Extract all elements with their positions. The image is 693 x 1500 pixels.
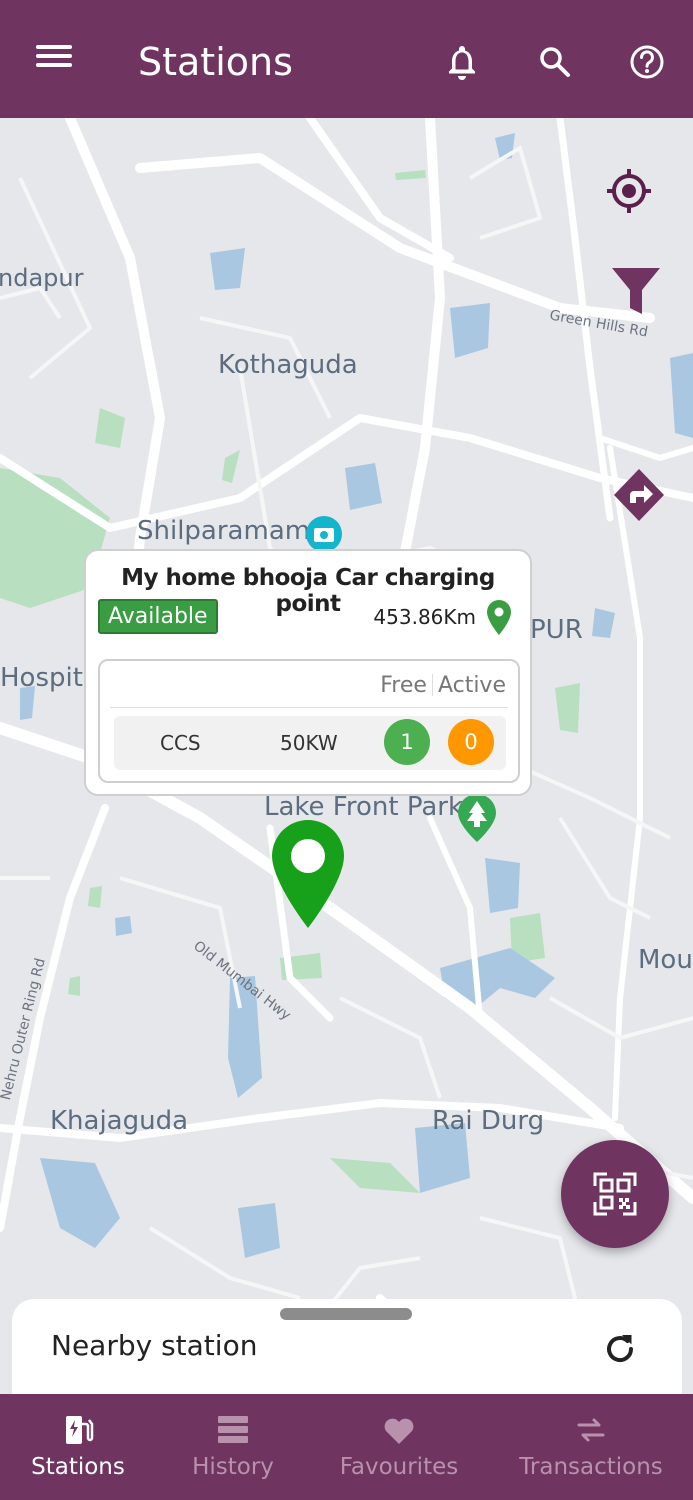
nav-label-favourites: Favourites <box>339 1454 459 1480</box>
directions-icon[interactable] <box>612 467 666 523</box>
nearby-sheet[interactable]: Nearby station <box>12 1299 682 1400</box>
bottom-navigation: Stations History Favourites Transactions <box>0 1394 693 1500</box>
station-distance: 453.86Km <box>373 605 476 629</box>
col-active: Active <box>437 673 506 698</box>
nav-history[interactable]: History <box>178 1394 288 1500</box>
col-free: Free <box>380 673 427 698</box>
location-pin-icon <box>487 600 511 635</box>
page-title: Stations <box>138 40 293 84</box>
nav-label-stations: Stations <box>31 1454 125 1480</box>
status-badge: Available <box>98 599 218 634</box>
park-poi-icon[interactable] <box>456 792 498 844</box>
sheet-drag-handle[interactable] <box>280 1308 412 1320</box>
bell-icon[interactable] <box>440 40 484 84</box>
map-label-pur: PUR <box>530 615 583 645</box>
menu-icon[interactable] <box>30 40 78 80</box>
map-label-hospit: Hospit <box>0 663 83 693</box>
heart-icon <box>384 1418 414 1444</box>
nav-favourites[interactable]: Favourites <box>333 1394 465 1500</box>
nav-stations[interactable]: Stations <box>18 1394 138 1500</box>
map-label-mou: Mou <box>638 945 693 975</box>
qr-scan-button[interactable] <box>561 1140 669 1248</box>
map-label-rai-durg: Rai Durg <box>432 1106 545 1136</box>
filter-icon[interactable] <box>610 266 662 318</box>
map-label-kothaguda: Kothaguda <box>218 350 358 380</box>
connector-type: CCS <box>160 731 201 755</box>
nav-transactions[interactable]: Transactions <box>512 1394 670 1500</box>
locate-icon[interactable] <box>604 166 654 216</box>
connector-table-header: Free Active <box>380 673 506 698</box>
charging-station-icon <box>66 1416 94 1444</box>
photo-poi-icon[interactable] <box>304 514 344 554</box>
search-icon[interactable] <box>533 40 577 84</box>
connector-power: 50KW <box>280 731 338 755</box>
help-icon[interactable] <box>625 40 669 84</box>
map-label-ndapur: ndapur <box>0 264 84 292</box>
qr-code-icon <box>593 1172 637 1216</box>
map-label-shilparamam: Shilparamam <box>137 516 311 546</box>
active-count-badge: 0 <box>448 719 494 765</box>
free-count-badge: 1 <box>384 719 430 765</box>
history-icon <box>218 1416 248 1443</box>
station-info-popup[interactable]: My home bhooja Car charging point Availa… <box>84 549 532 796</box>
map-label-khajaguda: Khajaguda <box>50 1106 189 1136</box>
connector-row[interactable]: CCS 50KW 1 0 <box>114 716 506 770</box>
swap-icon <box>577 1418 605 1442</box>
connector-table: Free Active CCS 50KW 1 0 <box>98 659 520 783</box>
nav-label-history: History <box>192 1454 274 1480</box>
station-marker-icon[interactable] <box>270 818 346 930</box>
sheet-title: Nearby station <box>51 1329 258 1362</box>
nav-label-transactions: Transactions <box>519 1454 663 1480</box>
app-header: Stations <box>0 0 693 118</box>
refresh-icon[interactable] <box>600 1329 640 1369</box>
